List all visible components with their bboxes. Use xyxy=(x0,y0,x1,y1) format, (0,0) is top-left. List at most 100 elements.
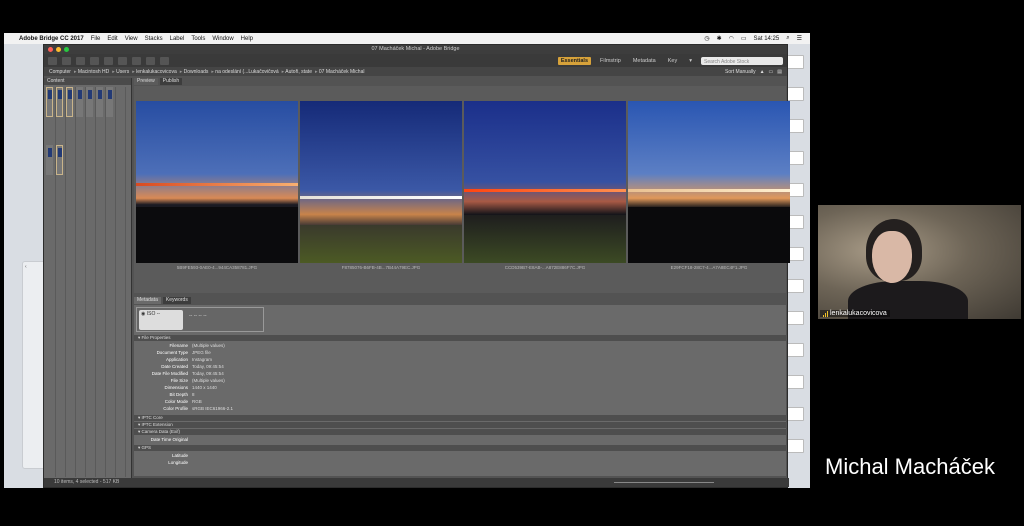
time-machine-icon[interactable]: ◷ xyxy=(704,35,709,42)
camera-placard: ◉ ISO -- xyxy=(139,310,183,330)
grid-thumbnail[interactable] xyxy=(46,145,53,175)
thumbnail-label: CCD539B7-E8AB-...A872E886F7C.JPG xyxy=(504,265,586,270)
desktop-file-icon[interactable] xyxy=(786,279,804,293)
back-button[interactable] xyxy=(48,56,57,65)
delete-icon[interactable]: ▤ xyxy=(777,69,782,75)
metadata-value: Today, 09:45:54 xyxy=(192,364,224,369)
workspace-essentials[interactable]: Essentials xyxy=(557,56,592,65)
mac-menubar: Adobe Bridge CC 2017 File Edit View Stac… xyxy=(4,33,810,44)
grid-thumbnail[interactable] xyxy=(86,87,93,117)
section-iptc-core[interactable]: IPTC Core xyxy=(134,415,786,421)
grid-thumbnail[interactable] xyxy=(46,87,53,117)
metadata-key: Date Time Original xyxy=(150,437,188,442)
window-title: 07 Macháček Michal - Adobe Bridge xyxy=(371,46,460,52)
metadata-key: Bit Depth xyxy=(169,392,188,397)
clock[interactable]: Sat 14:25 xyxy=(754,36,780,42)
grid-thumbnail[interactable] xyxy=(76,87,83,117)
menu-list-icon[interactable]: ☰ xyxy=(797,35,802,42)
camera-download-button[interactable] xyxy=(104,56,113,65)
rotate-left-button[interactable] xyxy=(90,56,99,65)
tab-content[interactable]: Content xyxy=(44,78,131,85)
grid-thumbnail[interactable] xyxy=(96,87,103,117)
path-crumb[interactable]: 07 Macháček Michal xyxy=(315,69,365,75)
battery-icon[interactable]: ▭ xyxy=(741,35,747,42)
app-menu[interactable]: Adobe Bridge CC 2017 xyxy=(19,36,84,42)
preview-image[interactable] xyxy=(628,101,790,263)
path-crumb[interactable]: lenkalukacovicova xyxy=(132,69,177,75)
metadata-row: Document Type JPEG file xyxy=(134,350,786,357)
desktop-file-icon[interactable] xyxy=(786,87,804,101)
placard-value: -- xyxy=(198,313,202,319)
new-folder-icon[interactable]: ▭ xyxy=(769,69,774,75)
search-input[interactable]: Search Adobe Stock xyxy=(701,56,783,65)
preview-area: 5B9FE593-0AE0-4...944CA358781.JPG F87850… xyxy=(134,86,790,293)
metadata-value: Today, 09:45:54 xyxy=(192,371,224,376)
section-iptc-extension[interactable]: IPTC Extension xyxy=(134,422,786,428)
path-crumb[interactable]: Downloads xyxy=(180,69,209,75)
thumbnail-grid xyxy=(46,87,130,477)
menu-view[interactable]: View xyxy=(125,36,138,42)
tab-preview[interactable]: Preview xyxy=(134,78,158,85)
path-crumb[interactable]: na odeslání (...Lukačovičová xyxy=(211,69,278,75)
sort-direction-icon[interactable]: ▲ xyxy=(760,69,765,75)
desktop-file-icon[interactable] xyxy=(786,439,804,453)
desktop-file-icon[interactable] xyxy=(786,311,804,325)
rotate-cw-button[interactable] xyxy=(160,56,169,65)
tab-keywords[interactable]: Keywords xyxy=(162,297,191,304)
placard-values: -- -- -- -- xyxy=(189,313,207,319)
sort-dropdown[interactable]: Sort Manually xyxy=(725,69,756,75)
metadata-key: File Size xyxy=(170,378,188,383)
open-in-camera-raw-button[interactable] xyxy=(132,56,141,65)
content-tabs: Preview Publish xyxy=(134,78,183,85)
grid-thumbnail[interactable] xyxy=(106,87,113,117)
menu-label[interactable]: Label xyxy=(170,36,185,42)
grid-thumbnail[interactable] xyxy=(56,87,63,117)
bluetooth-icon[interactable]: ✱ xyxy=(717,35,722,42)
metadata-value: RGB xyxy=(192,399,202,404)
preview-image[interactable] xyxy=(136,101,298,263)
thumbnail-label: E29FCF18-28C7-4...A7A8EC4F1.JPG xyxy=(670,265,748,270)
path-crumb[interactable]: Computer xyxy=(49,69,71,75)
preview-image[interactable] xyxy=(464,101,626,263)
tab-publish[interactable]: Publish xyxy=(159,78,183,85)
participant-label: lenkalukacovicova xyxy=(820,310,890,317)
section-file-properties[interactable]: File Properties xyxy=(134,335,786,341)
menu-edit[interactable]: Edit xyxy=(107,36,117,42)
rotate-ccw-button[interactable] xyxy=(146,56,155,65)
path-crumb[interactable]: Users xyxy=(112,69,129,75)
path-crumb[interactable]: Autoři, state xyxy=(282,69,312,75)
desktop-file-icon[interactable] xyxy=(786,343,804,357)
workspace-dropdown-icon[interactable]: ▾ xyxy=(686,57,695,65)
toolbar: Essentials Filmstrip Metadata Key ▾ Sear… xyxy=(44,54,787,67)
workspace-key[interactable]: Key xyxy=(665,57,680,65)
path-bar: Computer Macintosh HD Users lenkalukacov… xyxy=(44,67,787,76)
menu-stacks[interactable]: Stacks xyxy=(145,36,163,42)
forward-button[interactable] xyxy=(62,56,71,65)
preview-image[interactable] xyxy=(300,101,462,263)
menu-tools[interactable]: Tools xyxy=(191,36,205,42)
workspace-filmstrip[interactable]: Filmstrip xyxy=(597,57,624,65)
placard-value: -- xyxy=(189,313,193,319)
metadata-key: Color Profile xyxy=(163,406,188,411)
search-icon[interactable]: ⌕ xyxy=(786,35,789,42)
menu-help[interactable]: Help xyxy=(241,36,253,42)
recent-folders-button[interactable] xyxy=(76,56,85,65)
menu-file[interactable]: File xyxy=(91,36,101,42)
grid-thumbnail[interactable] xyxy=(56,145,63,175)
metadata-row: Date File Modified Today, 09:45:54 xyxy=(134,371,786,378)
desktop-file-icon[interactable] xyxy=(786,55,804,69)
metadata-row: Color Profile sRGB IEC61966-2.1 xyxy=(134,406,786,413)
section-gps[interactable]: GPS xyxy=(134,445,786,451)
wifi-icon[interactable]: ◠ xyxy=(729,35,734,42)
refine-button[interactable] xyxy=(118,56,127,65)
path-crumb[interactable]: Macintosh HD xyxy=(74,69,109,75)
desktop-file-icon[interactable] xyxy=(786,407,804,421)
grid-thumbnail[interactable] xyxy=(66,87,73,117)
workspace-switcher: Essentials Filmstrip Metadata Key ▾ Sear… xyxy=(557,56,783,65)
section-camera-data[interactable]: Camera Data (Exif) xyxy=(134,429,786,435)
tab-metadata[interactable]: Metadata xyxy=(134,297,161,304)
desktop-file-icon[interactable] xyxy=(786,375,804,389)
thumbnail-size-slider[interactable] xyxy=(614,482,714,483)
workspace-metadata[interactable]: Metadata xyxy=(630,57,659,65)
menu-window[interactable]: Window xyxy=(212,36,233,42)
